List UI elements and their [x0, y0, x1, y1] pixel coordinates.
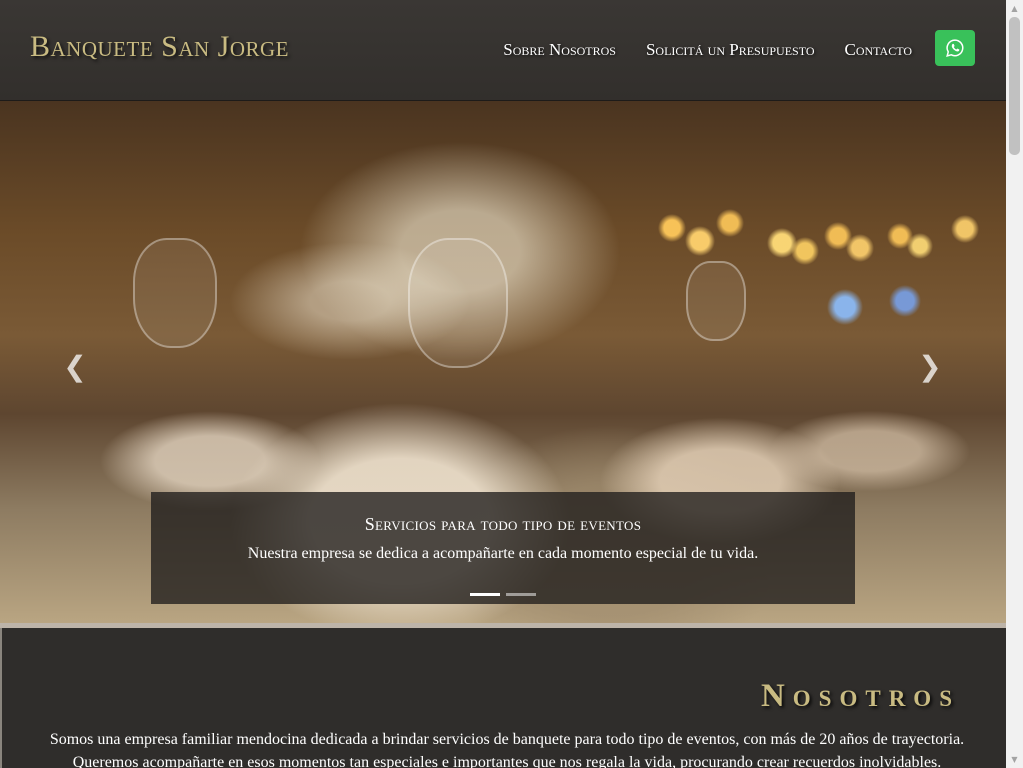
- vertical-scrollbar[interactable]: ▲ ▼: [1006, 0, 1023, 768]
- wine-glass-image: [686, 261, 746, 341]
- wine-glass-image: [408, 238, 508, 368]
- main-nav: Sobre Nosotros Solicitá un Presupuesto C…: [503, 40, 912, 60]
- carousel-prev-button[interactable]: ❮: [60, 346, 90, 386]
- brand-logo-text[interactable]: Banquete San Jorge: [30, 30, 289, 64]
- site-header: Banquete San Jorge Sobre Nosotros Solici…: [0, 0, 1006, 101]
- caption-title: Servicios para todo tipo de eventos: [364, 514, 642, 534]
- nav-link-sobre-nosotros[interactable]: Sobre Nosotros: [503, 40, 616, 60]
- about-text: Somos una empresa familiar mendocina ded…: [49, 731, 965, 768]
- about-title: Nosotros: [760, 678, 960, 714]
- caption-text: Nuestra empresa se dedica a acompañarte …: [247, 545, 759, 562]
- carousel-indicator-2[interactable]: [506, 593, 536, 596]
- whatsapp-icon: [946, 39, 964, 57]
- hero-carousel: ❮ ❯ Servicios para todo tipo de eventos …: [0, 101, 1006, 623]
- carousel-caption: Servicios para todo tipo de eventos Nues…: [151, 492, 855, 604]
- whatsapp-button[interactable]: [935, 30, 975, 66]
- carousel-indicator-1[interactable]: [470, 593, 500, 596]
- nav-link-contacto[interactable]: Contacto: [845, 40, 913, 60]
- chevron-right-icon: ❯: [918, 349, 942, 383]
- wine-glass-image: [133, 238, 217, 348]
- nav-link-presupuesto[interactable]: Solicitá un Presupuesto: [646, 40, 815, 60]
- scroll-down-arrow-icon[interactable]: ▼: [1006, 751, 1023, 768]
- about-section: Nosotros Somos una empresa familiar mend…: [0, 628, 1006, 768]
- scroll-up-arrow-icon[interactable]: ▲: [1006, 0, 1023, 17]
- scrollbar-thumb[interactable]: [1009, 17, 1020, 155]
- chevron-left-icon: ❮: [63, 349, 87, 383]
- carousel-next-button[interactable]: ❯: [915, 346, 945, 386]
- carousel-indicators: [151, 593, 855, 596]
